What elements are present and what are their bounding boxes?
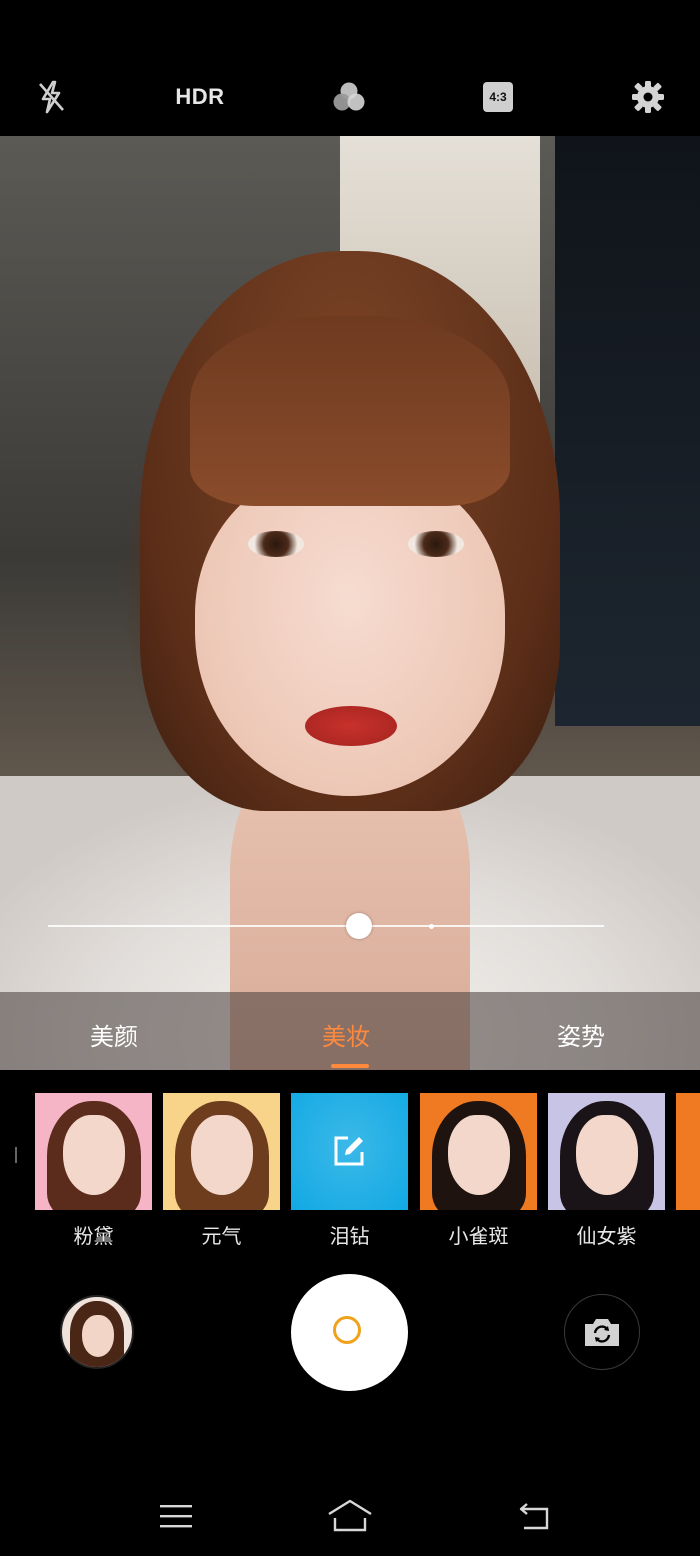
back-icon[interactable] <box>510 1495 558 1537</box>
menu-icon[interactable] <box>152 1495 200 1537</box>
subject-bangs <box>190 316 510 506</box>
preset-thumb-yuanqi[interactable] <box>163 1093 280 1210</box>
preset-label: 小雀斑 <box>448 1224 509 1248</box>
gear-icon[interactable] <box>626 74 670 120</box>
gallery-face <box>82 1315 114 1357</box>
mode-beauty-tab[interactable]: 美颜 <box>90 1017 138 1052</box>
top-toolbar: HDR 4:3 <box>0 0 700 136</box>
beauty-slider-track[interactable] <box>48 925 604 927</box>
subject-face <box>195 466 505 796</box>
aspect-ratio-button[interactable]: 4:3 <box>478 74 518 120</box>
preset-portrait-face <box>576 1115 638 1195</box>
flash-off-icon[interactable] <box>30 74 72 120</box>
mode-makeup-tab[interactable]: 美妆 <box>322 1017 370 1052</box>
subject-right-eye <box>408 531 464 557</box>
active-mode-indicator <box>331 1064 369 1068</box>
gallery-thumbnail[interactable] <box>60 1295 134 1369</box>
preset-thumb-xiaoquebanb[interactable] <box>420 1093 537 1210</box>
shutter-inner-ring <box>333 1316 361 1344</box>
preset-portrait-face <box>191 1115 253 1195</box>
preset-label: 泪钻 <box>329 1224 370 1248</box>
switch-camera-icon <box>585 1319 619 1346</box>
background-night-window <box>555 136 700 726</box>
preset-label: 仙女紫 <box>576 1224 637 1248</box>
mode-pose-tab[interactable]: 姿势 <box>557 1017 605 1052</box>
subject-lips <box>305 706 397 746</box>
ratio-icon: 4:3 <box>483 82 513 112</box>
edit-icon <box>334 1136 364 1166</box>
switch-camera-button[interactable] <box>564 1294 640 1370</box>
preset-thumb-fendai[interactable] <box>35 1093 152 1210</box>
hdr-button[interactable]: HDR <box>165 74 235 120</box>
preset-label: 粉黛 <box>73 1224 114 1248</box>
preset-thumb-leizuan-selected[interactable] <box>291 1093 408 1210</box>
preset-portrait-face <box>63 1115 125 1195</box>
hdr-label: HDR <box>175 84 225 109</box>
preset-thumb-partial[interactable] <box>676 1093 700 1210</box>
presets-start-marker <box>15 1147 17 1163</box>
ratio-label: 4:3 <box>489 90 507 104</box>
preset-label: 元气 <box>201 1224 242 1248</box>
subject-left-eye <box>248 531 304 557</box>
home-icon[interactable] <box>326 1495 374 1537</box>
preset-thumb-xiannvzi[interactable] <box>548 1093 665 1210</box>
preset-portrait-face <box>448 1115 510 1195</box>
filters-icon[interactable] <box>326 74 372 120</box>
